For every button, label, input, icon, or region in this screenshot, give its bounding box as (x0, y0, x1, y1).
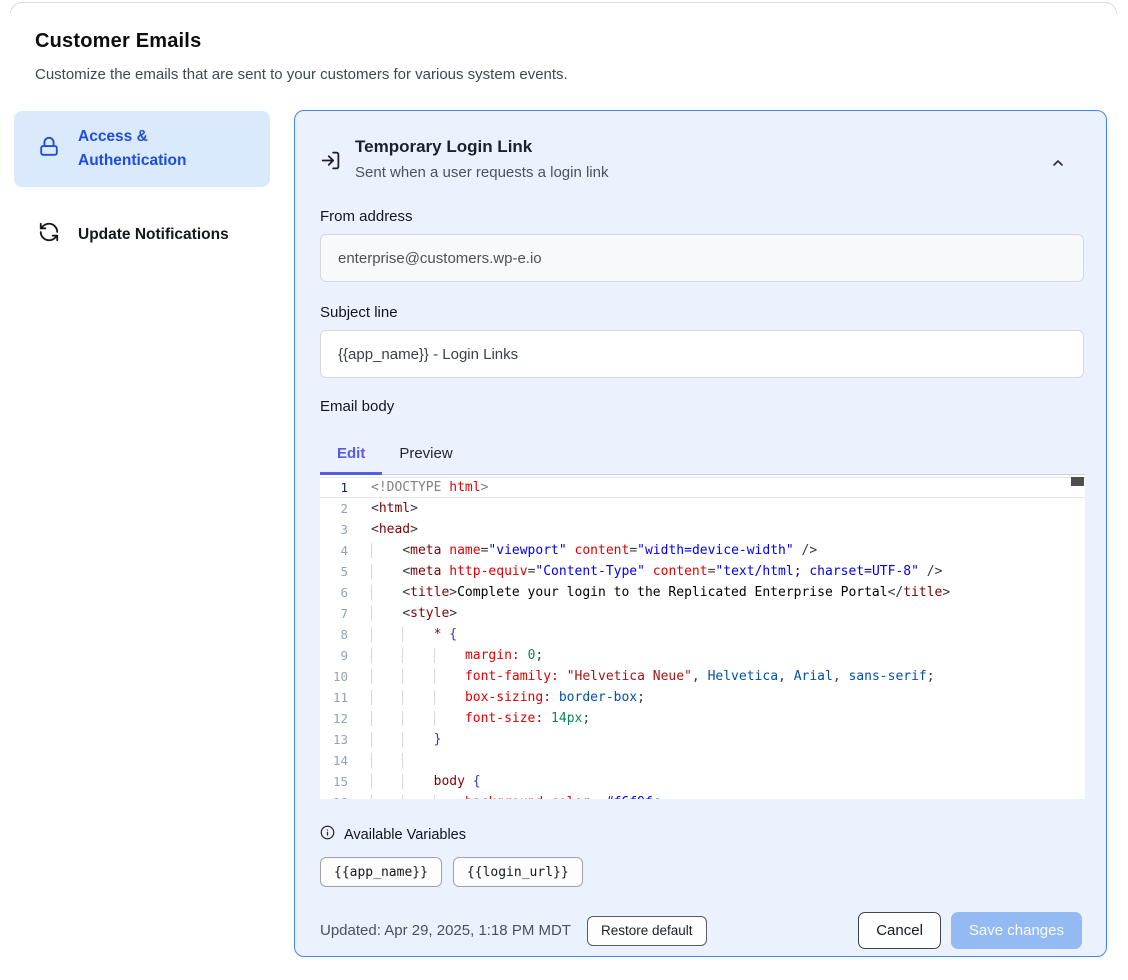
info-icon (320, 825, 335, 845)
sidebar-item-update-notifications[interactable]: Update Notifications (14, 207, 270, 262)
code-line: 15 body { (320, 771, 1085, 792)
save-changes-button[interactable]: Save changes (951, 912, 1082, 949)
card-header: Temporary Login Link Sent when a user re… (320, 137, 1082, 181)
code-line: 14 (320, 750, 1085, 771)
variable-chip-app-name[interactable]: {{app_name}} (320, 857, 442, 887)
line-number: 12 (320, 708, 356, 729)
tab-preview[interactable]: Preview (382, 436, 469, 474)
line-number: 1 (320, 477, 356, 498)
code-line: 10 font-family: "Helvetica Neue", Helvet… (320, 666, 1085, 687)
cancel-button[interactable]: Cancel (858, 912, 941, 949)
chevron-up-icon[interactable] (1050, 155, 1066, 174)
line-number: 15 (320, 771, 356, 792)
sidebar-item-label: Update Notifications (78, 223, 229, 247)
line-number: 14 (320, 750, 356, 771)
page-header: Customer Emails Customize the emails tha… (35, 30, 568, 83)
page-title: Customer Emails (35, 30, 568, 53)
code-line: 3<head> (320, 519, 1085, 540)
variable-chips: {{app_name}} {{login_url}} (320, 857, 1082, 887)
line-number: 8 (320, 624, 356, 645)
code-line: 11 box-sizing: border-box; (320, 687, 1085, 708)
tab-edit[interactable]: Edit (320, 436, 382, 474)
email-body-tabs: Edit Preview (320, 436, 1085, 475)
page-subtitle: Customize the emails that are sent to yo… (35, 66, 568, 83)
code-line: 9 margin: 0; (320, 645, 1085, 666)
updated-timestamp: Updated: Apr 29, 2025, 1:18 PM MDT (320, 922, 571, 939)
code-line: 5 <meta http-equiv="Content-Type" conten… (320, 561, 1085, 582)
from-address-label: From address (320, 208, 1082, 225)
available-variables-row: Available Variables (320, 825, 1082, 845)
line-number: 11 (320, 687, 356, 708)
code-line: 7 <style> (320, 603, 1085, 624)
restore-default-button[interactable]: Restore default (587, 916, 707, 946)
line-number: 9 (320, 645, 356, 666)
code-line: 6 <title>Complete your login to the Repl… (320, 582, 1085, 603)
sidebar-item-access-authentication[interactable]: Access & Authentication (14, 111, 270, 187)
line-number: 16 (320, 792, 356, 799)
sidebar-item-label: Access & Authentication (78, 125, 256, 173)
lock-icon (38, 136, 60, 163)
card-title: Temporary Login Link (355, 137, 608, 157)
line-number: 6 (320, 582, 356, 603)
code-line: 13 } (320, 729, 1085, 750)
editor-scrollbar-thumb[interactable] (1071, 477, 1084, 486)
code-line: 12 font-size: 14px; (320, 708, 1085, 729)
sidebar: Access & Authentication Update Notificat… (14, 111, 270, 262)
line-number: 4 (320, 540, 356, 561)
line-number: 5 (320, 561, 356, 582)
subject-line-label: Subject line (320, 304, 1082, 321)
card-subtitle: Sent when a user requests a login link (355, 164, 608, 181)
code-lines: 1<!DOCTYPE html>2<html>3<head>4 <meta na… (320, 475, 1085, 799)
variable-chip-login-url[interactable]: {{login_url}} (453, 857, 583, 887)
code-line: 1<!DOCTYPE html> (320, 477, 1085, 498)
code-editor[interactable]: 1<!DOCTYPE html>2<html>3<head>4 <meta na… (320, 475, 1085, 799)
available-variables-label: Available Variables (344, 827, 466, 843)
refresh-icon (38, 221, 60, 248)
code-line: 2<html> (320, 498, 1085, 519)
code-line: 16 background-color: #f6f9fc; (320, 792, 1085, 799)
line-number: 13 (320, 729, 356, 750)
log-in-icon (320, 150, 341, 176)
line-number: 2 (320, 498, 356, 519)
from-address-value: enterprise@customers.wp-e.io (338, 250, 542, 267)
subject-line-input[interactable]: {{app_name}} - Login Links (320, 330, 1084, 378)
line-number: 10 (320, 666, 356, 687)
email-template-card: Temporary Login Link Sent when a user re… (294, 110, 1107, 957)
code-line: 4 <meta name="viewport" content="width=d… (320, 540, 1085, 561)
subject-line-value: {{app_name}} - Login Links (338, 346, 518, 363)
line-number: 7 (320, 603, 356, 624)
email-body-label: Email body (320, 398, 1082, 415)
from-address-input[interactable]: enterprise@customers.wp-e.io (320, 234, 1084, 282)
card-footer: Updated: Apr 29, 2025, 1:18 PM MDT Resto… (320, 912, 1082, 949)
line-number: 3 (320, 519, 356, 540)
code-line: 8 * { (320, 624, 1085, 645)
